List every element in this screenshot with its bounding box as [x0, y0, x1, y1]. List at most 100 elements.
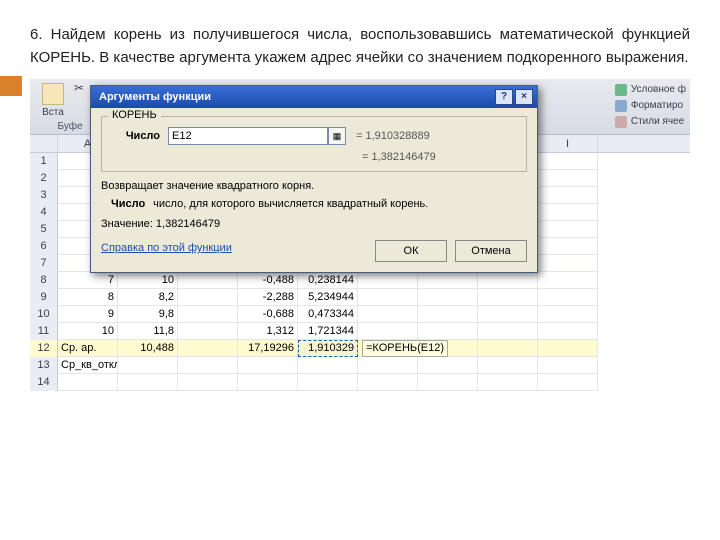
cell[interactable]	[538, 272, 598, 289]
format-table-button[interactable]: Форматиро	[615, 99, 686, 113]
cell[interactable]	[538, 374, 598, 391]
conditional-format-button[interactable]: Условное ф	[615, 83, 686, 97]
cell[interactable]: 10	[58, 323, 118, 340]
cell[interactable]	[358, 357, 418, 374]
cancel-button[interactable]: Отмена	[455, 240, 527, 262]
cell[interactable]	[478, 306, 538, 323]
cell[interactable]: 0,238144	[298, 272, 358, 289]
row-header[interactable]: 14	[30, 374, 58, 391]
cell[interactable]: 1,312	[238, 323, 298, 340]
cell[interactable]	[478, 323, 538, 340]
cell[interactable]	[538, 340, 598, 357]
help-button[interactable]: ?	[495, 89, 513, 105]
col-corner[interactable]	[30, 135, 58, 152]
cell[interactable]	[538, 187, 598, 204]
cell[interactable]	[538, 204, 598, 221]
row-header[interactable]: 9	[30, 289, 58, 306]
cell[interactable]	[478, 340, 538, 357]
cell[interactable]: 9	[58, 306, 118, 323]
row-header[interactable]: 3	[30, 187, 58, 204]
cell[interactable]	[358, 374, 418, 391]
cell[interactable]	[238, 374, 298, 391]
row-header[interactable]: 4	[30, 204, 58, 221]
cell[interactable]	[358, 272, 418, 289]
row-header[interactable]: 11	[30, 323, 58, 340]
cell[interactable]	[118, 374, 178, 391]
range-selector-button[interactable]: ▦	[328, 127, 346, 145]
cell[interactable]: -0,488	[238, 272, 298, 289]
cell[interactable]: 1,721344	[298, 323, 358, 340]
result-preview: = 1,382146479	[362, 151, 518, 163]
arg-preview: = 1,910328889	[356, 130, 430, 142]
cell[interactable]	[538, 221, 598, 238]
cell[interactable]: Ср. ар.	[58, 340, 118, 357]
row-header[interactable]: 8	[30, 272, 58, 289]
cell[interactable]	[178, 374, 238, 391]
ribbon-styles-group: Условное ф Форматиро Стили ячее	[615, 83, 686, 131]
cell[interactable]	[478, 374, 538, 391]
cell[interactable]	[178, 357, 238, 374]
cell[interactable]	[178, 323, 238, 340]
cell[interactable]	[298, 357, 358, 374]
cell[interactable]	[298, 374, 358, 391]
cut-icon[interactable]: ✂	[74, 81, 84, 95]
row-header[interactable]: 5	[30, 221, 58, 238]
cell[interactable]	[238, 357, 298, 374]
row-header[interactable]: 7	[30, 255, 58, 272]
cell[interactable]	[358, 306, 418, 323]
cell[interactable]	[178, 289, 238, 306]
col-header[interactable]: I	[538, 135, 598, 152]
arg-input[interactable]	[168, 127, 328, 145]
cell[interactable]: 11,8	[118, 323, 178, 340]
cell[interactable]	[418, 272, 478, 289]
row-header[interactable]: 1	[30, 153, 58, 170]
cell[interactable]: -0,688	[238, 306, 298, 323]
cell[interactable]	[178, 272, 238, 289]
cell[interactable]	[538, 153, 598, 170]
row-header[interactable]: 10	[30, 306, 58, 323]
cell[interactable]	[178, 306, 238, 323]
cell[interactable]	[538, 323, 598, 340]
dialog-titlebar[interactable]: Аргументы функции ? ×	[91, 86, 537, 108]
cell[interactable]	[118, 357, 178, 374]
cell[interactable]: 8,2	[118, 289, 178, 306]
ok-button[interactable]: ОК	[375, 240, 447, 262]
help-link[interactable]: Справка по этой функции	[101, 242, 232, 254]
cell[interactable]	[418, 374, 478, 391]
cell[interactable]: 0,473344	[298, 306, 358, 323]
cell[interactable]	[538, 238, 598, 255]
cell[interactable]: 5,234944	[298, 289, 358, 306]
row-header[interactable]: 12	[30, 340, 58, 357]
cell[interactable]	[478, 289, 538, 306]
cell[interactable]	[538, 170, 598, 187]
row-header[interactable]: 6	[30, 238, 58, 255]
cell[interactable]: 10	[118, 272, 178, 289]
cell[interactable]: 9,8	[118, 306, 178, 323]
row-header[interactable]: 13	[30, 357, 58, 374]
cell[interactable]	[478, 272, 538, 289]
cell-styles-button[interactable]: Стили ячее	[615, 115, 686, 129]
cell[interactable]	[538, 306, 598, 323]
cell[interactable]	[538, 289, 598, 306]
cell[interactable]: 17,19296	[238, 340, 298, 357]
cell[interactable]	[478, 357, 538, 374]
cell[interactable]	[58, 374, 118, 391]
cell[interactable]	[538, 255, 598, 272]
row-header[interactable]: 2	[30, 170, 58, 187]
cell[interactable]	[358, 289, 418, 306]
cell-marquee-e12	[298, 340, 358, 357]
cell[interactable]: Ср_кв_откл	[58, 357, 118, 374]
cell[interactable]	[418, 289, 478, 306]
paste-button[interactable]: Вста	[36, 83, 70, 123]
cell[interactable]	[418, 357, 478, 374]
cell[interactable]: 10,488	[118, 340, 178, 357]
cell[interactable]	[418, 323, 478, 340]
cell[interactable]: 7	[58, 272, 118, 289]
cell[interactable]	[358, 323, 418, 340]
cell[interactable]: -2,288	[238, 289, 298, 306]
cell[interactable]	[538, 357, 598, 374]
close-button[interactable]: ×	[515, 89, 533, 105]
cell[interactable]	[178, 340, 238, 357]
cell[interactable]: 8	[58, 289, 118, 306]
cell[interactable]	[418, 306, 478, 323]
